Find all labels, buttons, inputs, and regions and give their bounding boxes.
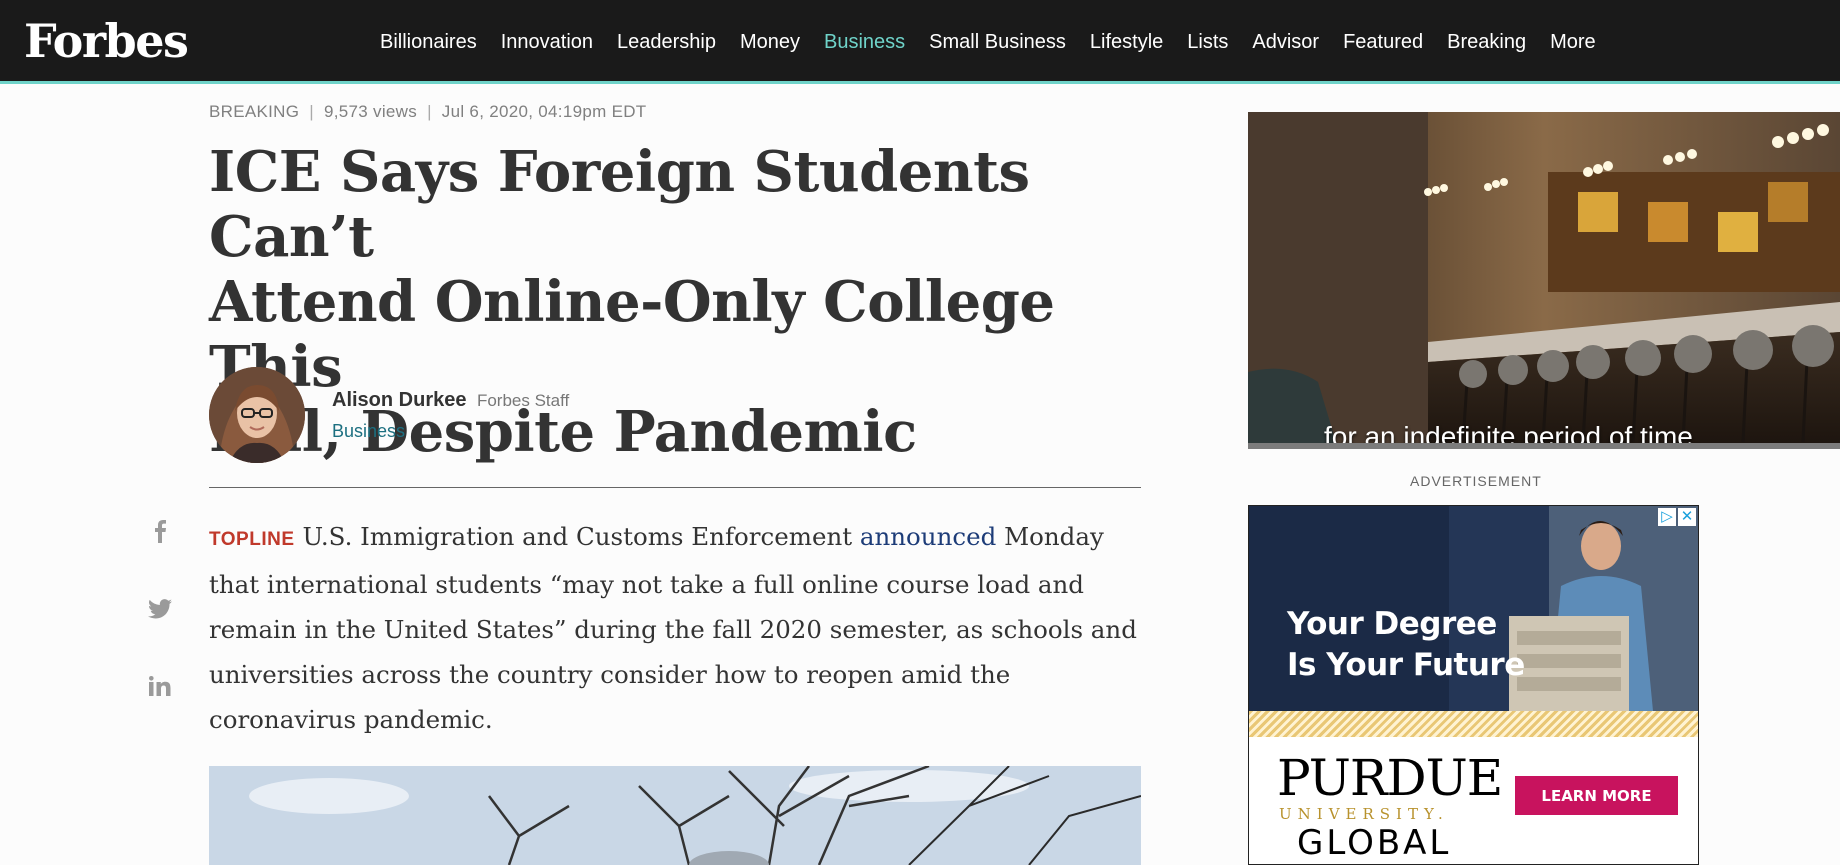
article-body-paragraph: TOPLINE U.S. Immigration and Customs Enfo… — [209, 514, 1149, 742]
purdue-logo-global: GLOBAL — [1297, 823, 1452, 863]
nav-item-more[interactable]: More — [1538, 31, 1608, 54]
topline-label: TOPLINE — [209, 529, 295, 550]
adchoices-icon[interactable]: ▷ — [1658, 508, 1676, 526]
nav-item-billionaires[interactable]: Billionaires — [368, 31, 489, 54]
article-headline: ICE Says Foreign Students Can’t Attend O… — [209, 140, 1129, 465]
ad-headline-line: Your Degree — [1287, 606, 1497, 642]
body-text-before-link: U.S. Immigration and Customs Enforcement — [302, 522, 853, 551]
tree-branches-image — [209, 766, 1141, 865]
meta-separator: | — [309, 102, 314, 121]
linkedin-icon[interactable] — [148, 674, 172, 698]
byline-divider — [209, 487, 1141, 488]
headline-line: Attend Online-Only College This — [209, 269, 1055, 400]
purdue-logo-university: UNIVERSITY. — [1279, 805, 1449, 823]
purdue-logo-wordmark: PURDUE — [1277, 749, 1503, 807]
ad-headline-line: Is Your Future — [1287, 647, 1525, 683]
learn-more-button[interactable]: LEARN MORE — [1515, 776, 1678, 815]
author-line: Alison Durkee Forbes Staff — [332, 389, 569, 412]
nav-item-innovation[interactable]: Innovation — [489, 31, 605, 54]
ad-headline: Your Degree Is Your Future — [1287, 604, 1525, 686]
nav-item-business[interactable]: Business — [812, 31, 917, 54]
advertisement-label: ADVERTISEMENT — [1410, 473, 1542, 489]
announced-link[interactable]: announced — [860, 522, 996, 551]
nav-item-breaking[interactable]: Breaking — [1435, 31, 1538, 54]
display-ad[interactable]: Your Degree Is Your Future ▷ ✕ PURDUE UN… — [1248, 505, 1699, 865]
close-icon[interactable]: ✕ — [1678, 508, 1696, 526]
video-progress-bar[interactable] — [1248, 443, 1840, 449]
nav-item-featured[interactable]: Featured — [1331, 31, 1435, 54]
facebook-icon[interactable] — [148, 519, 172, 543]
meta-separator: | — [427, 102, 432, 121]
nav-item-lifestyle[interactable]: Lifestyle — [1078, 31, 1175, 54]
nav-item-leadership[interactable]: Leadership — [605, 31, 728, 54]
site-header: Forbes Billionaires Innovation Leadershi… — [0, 0, 1840, 84]
article-hero-image — [209, 766, 1141, 865]
nav-item-money[interactable]: Money — [728, 31, 812, 54]
nav-item-advisor[interactable]: Advisor — [1240, 31, 1331, 54]
ad-photo: Your Degree Is Your Future ▷ ✕ — [1249, 506, 1698, 711]
author-role: Forbes Staff — [476, 391, 570, 410]
adchoices[interactable]: ▷ ✕ — [1658, 508, 1696, 526]
article-meta: BREAKING | 9,573 views | Jul 6, 2020, 04… — [209, 102, 646, 122]
video-ad-player[interactable]: for an indefinite period of time. — [1248, 112, 1840, 449]
meta-views: 9,573 views — [323, 102, 418, 121]
nav-item-lists[interactable]: Lists — [1175, 31, 1240, 54]
author-section-link[interactable]: Business — [332, 421, 405, 442]
meta-date: Jul 6, 2020, 04:19pm EDT — [441, 102, 647, 121]
author-name[interactable]: Alison Durkee — [332, 389, 466, 411]
restaurant-bar-image — [1248, 112, 1840, 449]
body-text-after-link: Monday that international students “may … — [209, 522, 1137, 734]
headline-line: ICE Says Foreign Students Can’t — [209, 139, 1030, 270]
nav-item-small-business[interactable]: Small Business — [917, 31, 1078, 54]
forbes-logo[interactable]: Forbes — [24, 14, 189, 68]
author-avatar[interactable] — [209, 367, 305, 463]
meta-section[interactable]: BREAKING — [209, 102, 299, 122]
ad-stripe-divider — [1249, 711, 1698, 737]
avatar-portrait — [209, 367, 305, 463]
main-nav: Billionaires Innovation Leadership Money… — [368, 0, 1608, 84]
twitter-icon[interactable] — [148, 597, 172, 621]
